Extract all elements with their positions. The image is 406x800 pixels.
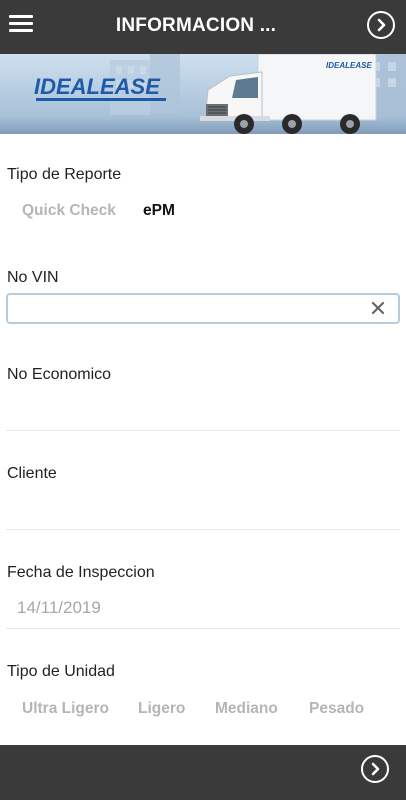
chevron-right-circle-icon [377, 18, 386, 32]
idealease-logo: IDEALEASE [34, 74, 161, 99]
tipo-reporte-label: Tipo de Reporte [7, 166, 122, 183]
bottom-next-button[interactable] [361, 755, 389, 783]
clear-x-icon[interactable] [371, 301, 385, 315]
cliente-underline [6, 529, 400, 530]
page-title: INFORMACION ... [115, 15, 277, 36]
option-ultra-ligero[interactable]: Ultra Ligero [22, 700, 109, 718]
top-app-bar: INFORMACION ... [0, 0, 406, 54]
next-button[interactable] [367, 11, 395, 39]
fecha-inspeccion-input[interactable]: 14/11/2019 [17, 598, 101, 618]
bottom-bar [0, 745, 406, 800]
option-mediano[interactable]: Mediano [215, 700, 278, 718]
cliente-label: Cliente [7, 465, 57, 482]
tipo-unidad-label: Tipo de Unidad [7, 663, 115, 680]
truck-logo: IDEALEASE [326, 61, 372, 70]
no-vin-input[interactable] [8, 295, 358, 322]
fecha-inspeccion-label: Fecha de Inspeccion [7, 564, 155, 581]
no-vin-label: No VIN [7, 269, 59, 286]
option-epm[interactable]: ePM [143, 202, 175, 220]
no-vin-field [6, 293, 400, 324]
no-economico-underline [6, 430, 400, 431]
no-economico-label: No Economico [7, 366, 112, 383]
cliente-input[interactable] [6, 489, 400, 529]
option-quick-check[interactable]: Quick Check [22, 202, 116, 220]
option-ligero[interactable]: Ligero [138, 700, 185, 718]
no-economico-input[interactable] [6, 390, 400, 430]
chevron-right-circle-icon [371, 762, 380, 776]
option-pesado[interactable]: Pesado [309, 700, 364, 718]
fecha-inspeccion-underline [6, 628, 400, 629]
idealease-banner: IDEALEASE IDEALEASE [0, 54, 406, 134]
